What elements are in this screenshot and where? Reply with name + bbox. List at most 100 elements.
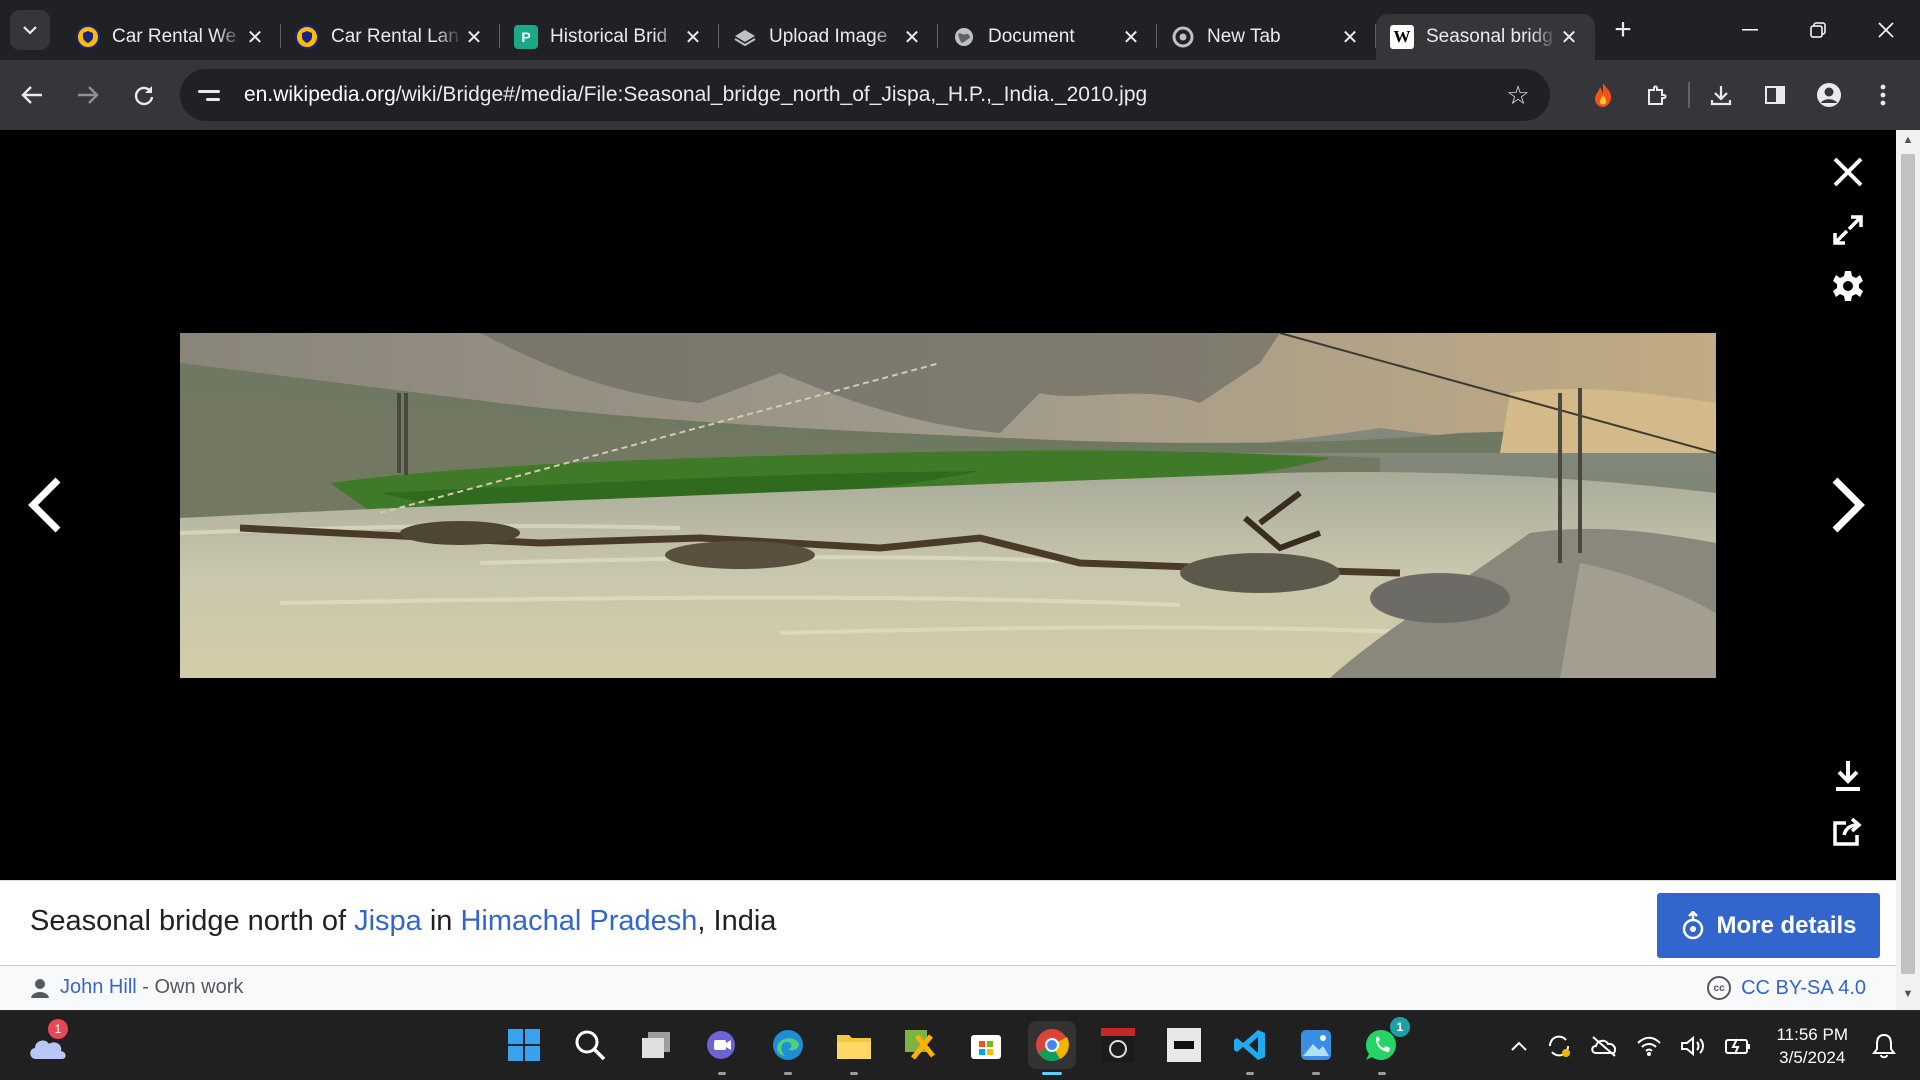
close-icon[interactable]: ✕: [1338, 25, 1362, 50]
vscode-icon: [1234, 1030, 1265, 1060]
clock[interactable]: 11:56 PM 3/5/2024: [1776, 1023, 1848, 1069]
tab-upload-image[interactable]: Upload Image ✕: [719, 14, 938, 60]
clock-time: 11:56 PM: [1776, 1025, 1848, 1044]
minimize-icon: [1742, 29, 1758, 31]
task-view-button[interactable]: [632, 1021, 680, 1069]
close-icon[interactable]: ✕: [243, 25, 267, 50]
author-link[interactable]: John Hill: [60, 976, 137, 998]
teams-app[interactable]: [698, 1021, 746, 1075]
new-tab-button[interactable]: +: [1603, 10, 1643, 50]
side-panel-icon[interactable]: [1748, 71, 1802, 119]
caption-text: in: [421, 905, 461, 937]
gear-icon: [1833, 271, 1863, 301]
chevron-down-icon: [23, 26, 37, 35]
settings-button[interactable]: [1828, 266, 1868, 306]
system-tray: 11:56 PM 3/5/2024: [1510, 1011, 1896, 1080]
sync-icon[interactable]: [1546, 1033, 1572, 1059]
next-image-button[interactable]: [1823, 470, 1873, 540]
chrome-app[interactable]: [1028, 1021, 1076, 1075]
download-icon: [1836, 761, 1860, 791]
toolbar-divider: [1688, 82, 1690, 108]
menu-kebab-icon[interactable]: [1856, 71, 1910, 119]
profile-avatar-icon[interactable]: [1802, 71, 1856, 119]
address-bar[interactable]: en.wikipedia.org/wiki/Bridge#/media/File…: [180, 69, 1550, 121]
fifa-game-icon: [1167, 1028, 1201, 1062]
user-icon: [31, 978, 49, 998]
chrome-icon: [1036, 1029, 1069, 1062]
task-view-icon: [642, 1032, 670, 1058]
close-window-button[interactable]: [1852, 0, 1920, 60]
back-button[interactable]: [8, 71, 56, 119]
image-caption: Seasonal bridge north of Jispa in Himach…: [30, 905, 776, 938]
previous-image-button[interactable]: [20, 470, 70, 540]
whatsapp-badge: 1: [1390, 1017, 1410, 1037]
globe-icon: [952, 25, 976, 49]
wifi-icon[interactable]: [1636, 1035, 1662, 1057]
onedrive-icon[interactable]: [1590, 1035, 1618, 1057]
tab-title: Seasonal bridg: [1426, 26, 1553, 47]
running-indicator: [1246, 1072, 1254, 1075]
close-icon[interactable]: ✕: [462, 25, 486, 50]
close-icon[interactable]: ✕: [1557, 25, 1581, 50]
notifications-icon[interactable]: [1872, 1033, 1896, 1059]
start-button[interactable]: [500, 1021, 548, 1069]
forward-button[interactable]: [64, 71, 112, 119]
close-icon[interactable]: ✕: [900, 25, 924, 50]
running-indicator: [1042, 1072, 1062, 1075]
url-text[interactable]: en.wikipedia.org/wiki/Bridge#/media/File…: [244, 83, 1498, 107]
license-link[interactable]: cc CC BY-SA 4.0: [1707, 976, 1866, 1000]
edge-app[interactable]: [764, 1021, 812, 1075]
tab-document[interactable]: Document ✕: [938, 14, 1157, 60]
file-explorer-app[interactable]: [830, 1021, 878, 1075]
download-button[interactable]: [1828, 756, 1868, 796]
minimize-button[interactable]: [1716, 0, 1784, 60]
fifa-game-app[interactable]: [1160, 1021, 1208, 1069]
bookmark-star-icon[interactable]: ☆: [1498, 80, 1538, 111]
scroll-down-icon[interactable]: ▼: [1896, 988, 1920, 1008]
author-suffix: - Own work: [136, 976, 244, 998]
scroll-thumb[interactable]: [1901, 154, 1915, 974]
volume-icon[interactable]: [1680, 1035, 1706, 1057]
tab-historical-bridge[interactable]: P Historical Brid ✕: [500, 14, 719, 60]
photos-app[interactable]: [1292, 1021, 1340, 1075]
whatsapp-app[interactable]: 1: [1358, 1017, 1410, 1075]
extension-fire-icon[interactable]: [1576, 71, 1630, 119]
scroll-up-icon[interactable]: ▲: [1896, 134, 1920, 154]
fullscreen-button[interactable]: [1828, 210, 1868, 250]
downloads-icon[interactable]: [1694, 71, 1748, 119]
extensions-puzzle-icon[interactable]: [1630, 71, 1684, 119]
weather-widget[interactable]: 1: [26, 1019, 70, 1065]
search-button[interactable]: [566, 1021, 614, 1069]
restore-button[interactable]: [1784, 0, 1852, 60]
microsoft-store-app[interactable]: [962, 1021, 1010, 1069]
share-button[interactable]: [1828, 812, 1868, 852]
tab-search-button[interactable]: [10, 10, 50, 50]
url-host: en.wikipedia.org: [244, 83, 396, 106]
link-jispa[interactable]: Jispa: [354, 905, 422, 937]
site-info-icon[interactable]: [198, 80, 228, 110]
vscode-app[interactable]: [1226, 1021, 1274, 1075]
page-scrollbar[interactable]: ▲ ▼: [1896, 130, 1920, 1010]
tab-title: New Tab: [1207, 26, 1281, 47]
wikipedia-icon: W: [1390, 25, 1414, 49]
close-viewer-button[interactable]: [1828, 152, 1868, 192]
chevron-right-icon: [1832, 477, 1865, 533]
edge-icon: [773, 1030, 803, 1060]
running-indicator: [718, 1072, 726, 1075]
pes-game-app[interactable]: [1094, 1021, 1142, 1069]
close-icon[interactable]: ✕: [1119, 25, 1143, 50]
reload-button[interactable]: [120, 71, 168, 119]
link-himachal-pradesh[interactable]: Himachal Pradesh: [460, 905, 697, 937]
more-details-button[interactable]: More details: [1657, 893, 1880, 958]
tools-app[interactable]: [896, 1021, 944, 1069]
battery-icon[interactable]: [1724, 1035, 1752, 1057]
tab-car-rental-2[interactable]: Car Rental Lan ✕: [281, 14, 500, 60]
media-viewer: [0, 130, 1896, 880]
chevron-up-icon[interactable]: [1510, 1040, 1528, 1052]
tab-seasonal-bridge[interactable]: W Seasonal bridg ✕: [1376, 14, 1595, 60]
arrow-right-icon: [78, 86, 99, 104]
close-icon[interactable]: ✕: [681, 25, 705, 50]
tab-new-tab[interactable]: New Tab ✕: [1157, 14, 1376, 60]
windows-icon: [508, 1029, 540, 1061]
tab-car-rental-1[interactable]: Car Rental We ✕: [62, 14, 281, 60]
